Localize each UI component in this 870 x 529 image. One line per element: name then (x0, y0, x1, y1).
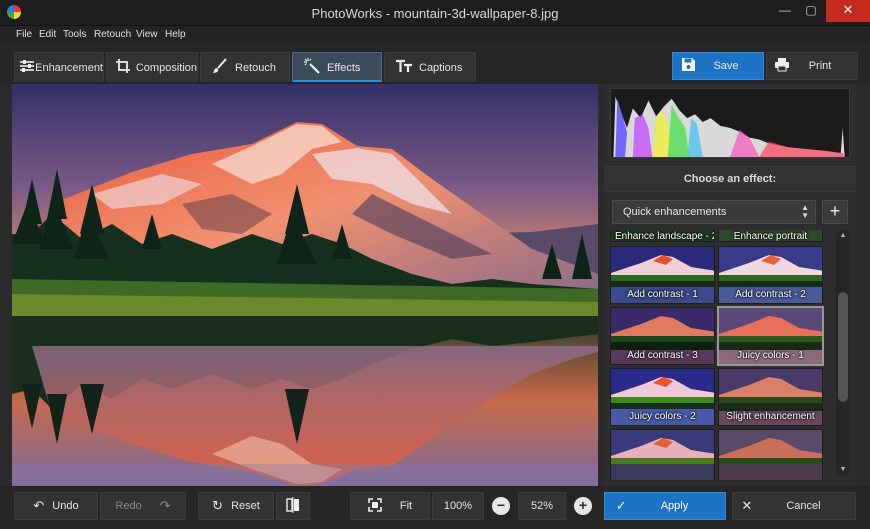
printer-icon (767, 57, 797, 75)
print-label: Print (808, 60, 832, 72)
effect-thumbnail[interactable]: Add contrast - 1 (610, 246, 715, 304)
effect-preview-image (611, 430, 714, 480)
tab-effects[interactable]: Effects (292, 52, 382, 82)
effect-label: Add contrast - 2 (735, 289, 806, 300)
effects-panel: Choose an effect: Quick enhancements ▲ ▼ … (604, 84, 856, 486)
floppy-disk-icon (673, 57, 703, 75)
effect-label: Add contrast - 3 (627, 350, 698, 361)
sliders-icon (19, 59, 35, 76)
tab-label: Retouch (235, 61, 276, 74)
undo-label: Undo (52, 500, 79, 512)
brush-icon (209, 58, 231, 77)
effect-label: Enhance portrait (733, 231, 808, 242)
text-icon (393, 59, 415, 77)
effect-thumbnail[interactable]: Juicy colors - 2 (610, 368, 715, 426)
effect-label: Enhance landscape - 2 (615, 231, 715, 242)
zoom-100-button[interactable]: 100% (432, 492, 484, 520)
minimize-button[interactable]: — (772, 0, 798, 22)
image-canvas[interactable] (12, 84, 598, 486)
effects-scrollbar[interactable]: ▲ ▼ (836, 230, 850, 476)
menu-bar: File Edit Tools Retouch View Help (0, 26, 870, 44)
tab-retouch[interactable]: Retouch (200, 52, 290, 82)
effect-thumbnail[interactable] (718, 429, 823, 480)
add-effect-button[interactable]: + (822, 200, 848, 224)
save-label: Save (713, 60, 739, 72)
effect-preview-image (719, 430, 822, 480)
menu-edit[interactable]: Edit (39, 29, 56, 40)
effect-thumbnail[interactable]: Juicy colors - 1 (717, 306, 824, 366)
magic-wand-icon (301, 58, 323, 77)
redo-icon: ↷ (159, 498, 171, 513)
effect-category-select[interactable]: Quick enhancements ▲ ▼ (612, 200, 816, 224)
compare-icon (286, 496, 300, 516)
close-button[interactable]: ✕ (826, 0, 870, 22)
scroll-down-icon[interactable]: ▼ (836, 464, 850, 476)
tab-label: Effects (327, 61, 361, 74)
effect-label: Slight enhancement (726, 411, 815, 422)
cancel-button[interactable]: ✕ Cancel (732, 492, 856, 520)
scroll-up-icon[interactable]: ▲ (836, 230, 850, 242)
tab-label: Enhancement (35, 61, 103, 74)
cancel-label: Cancel (786, 500, 821, 512)
mountain-lake-photo (12, 84, 598, 486)
main-toolbar: Enhancement Composition Retouch Effects … (0, 44, 870, 84)
close-icon: ✕ (741, 498, 753, 513)
effect-label: Add contrast - 1 (627, 289, 698, 300)
zoom-out-button[interactable]: − (486, 492, 516, 520)
crop-icon (115, 58, 132, 77)
apply-button[interactable]: ✓ Apply (604, 492, 726, 520)
minus-icon: − (492, 497, 510, 515)
tab-label: Composition (135, 61, 197, 74)
fit-label: Fit (399, 500, 413, 512)
histogram (610, 88, 850, 158)
effect-thumbnail[interactable]: Enhance portrait (718, 230, 823, 242)
save-button[interactable]: Save (672, 52, 764, 80)
compare-button[interactable] (276, 492, 310, 520)
menu-view[interactable]: View (136, 29, 158, 40)
dropdown-value: Quick enhancements (623, 206, 727, 218)
effect-label: Juicy colors - 2 (629, 411, 696, 422)
tab-composition[interactable]: Composition (106, 52, 198, 82)
effect-thumbnail[interactable] (610, 429, 715, 480)
redo-button[interactable]: Redo ↷ (100, 492, 186, 520)
effect-label: Juicy colors - 1 (737, 350, 804, 361)
menu-tools[interactable]: Tools (63, 29, 86, 40)
tab-captions[interactable]: Captions (384, 52, 476, 82)
menu-retouch[interactable]: Retouch (94, 29, 131, 40)
tab-label: Captions (419, 61, 463, 74)
zoom-level: 52% (518, 492, 566, 520)
effects-grid: Enhance landscape - 2 Enhance portrait A… (610, 230, 826, 480)
undo-icon: ↶ (33, 498, 45, 513)
menu-help[interactable]: Help (165, 29, 186, 40)
effect-thumbnail[interactable]: Add contrast - 2 (718, 246, 823, 304)
window-title: PhotoWorks - mountain-3d-wallpaper-8.jpg (311, 6, 559, 21)
bottom-toolbar: ↶ Undo Redo ↷ ↻ Reset Fit 100% − 52% + ✓… (0, 486, 870, 529)
scrollbar-thumb[interactable] (838, 292, 848, 403)
checkmark-icon: ✓ (615, 498, 627, 513)
reset-label: Reset (231, 500, 260, 512)
tab-enhancement[interactable]: Enhancement (14, 52, 104, 82)
plus-icon: + (574, 497, 592, 515)
fit-screen-icon (368, 497, 382, 515)
reset-button[interactable]: ↻ Reset (198, 492, 274, 520)
print-button[interactable]: Print (766, 52, 858, 80)
choose-effect-header: Choose an effect: (604, 166, 856, 192)
undo-button[interactable]: ↶ Undo (14, 492, 98, 520)
menu-file[interactable]: File (16, 29, 32, 40)
effect-thumbnail[interactable]: Enhance landscape - 2 (610, 230, 715, 242)
effect-thumbnail[interactable]: Add contrast - 3 (610, 307, 715, 365)
apply-label: Apply (660, 500, 689, 512)
chevron-updown-icon: ▲ ▼ (801, 203, 809, 220)
title-bar: PhotoWorks - mountain-3d-wallpaper-8.jpg… (0, 0, 870, 26)
effect-thumbnail[interactable]: Slight enhancement (718, 368, 823, 426)
zoom-in-button[interactable]: + (568, 492, 598, 520)
maximize-button[interactable]: ▢ (798, 0, 824, 22)
fit-button[interactable]: Fit (350, 492, 430, 520)
reset-icon: ↻ (212, 498, 224, 513)
redo-label: Redo (115, 500, 142, 512)
